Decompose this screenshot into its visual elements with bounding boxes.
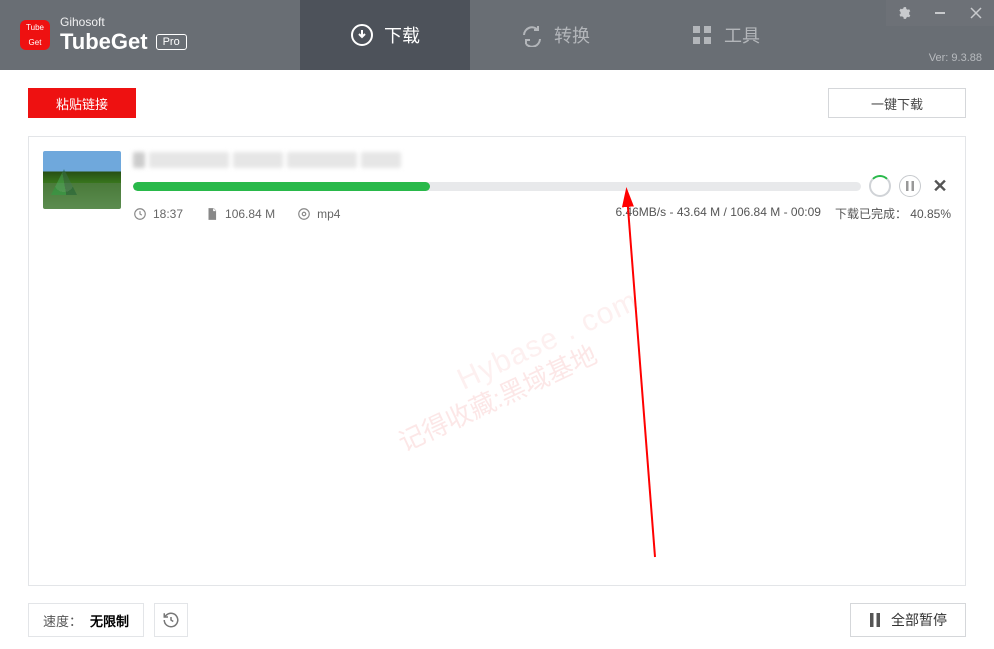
app-logo-icon [20, 20, 50, 50]
video-icon [297, 207, 311, 221]
spinner-icon [869, 175, 891, 197]
window-controls [886, 0, 994, 26]
tab-download[interactable]: 下载 [300, 0, 470, 70]
minimize-button[interactable] [922, 0, 958, 26]
convert-icon [520, 23, 544, 47]
gear-icon [897, 6, 911, 20]
pause-all-button[interactable]: 全部暂停 [850, 603, 966, 637]
video-title [133, 151, 951, 169]
format: mp4 [297, 207, 340, 221]
settings-button[interactable] [886, 0, 922, 26]
minimize-icon [934, 7, 946, 19]
pause-button[interactable] [899, 175, 921, 197]
remove-button[interactable]: ✕ [929, 175, 951, 197]
close-icon [970, 7, 982, 19]
tab-tools[interactable]: 工具 [640, 0, 810, 70]
speed-limit-control[interactable]: 速度： 无限制 [28, 603, 144, 637]
download-status: 下载已完成： 40.85% [835, 205, 951, 222]
pause-icon [869, 613, 881, 627]
meta-row: 18:37 106.84 M mp4 6.46MB/s - 43.64 M / … [133, 205, 951, 222]
one-click-download-button[interactable]: 一键下载 [828, 88, 966, 118]
app-name: TubeGet Pro [60, 29, 187, 55]
download-stats: 6.46MB/s - 43.64 M / 106.84 M - 00:09 [615, 205, 821, 222]
annotation-arrow [575, 187, 685, 567]
history-button[interactable] [154, 603, 188, 637]
duration: 18:37 [133, 207, 183, 221]
paste-link-button[interactable]: 粘贴链接 [28, 88, 136, 118]
download-list: ✕ 18:37 106.84 M mp4 6.46MB/s - 43.64 M … [28, 136, 966, 586]
progress-fill [133, 182, 430, 191]
video-thumbnail [43, 151, 121, 209]
brand-name: Gihosoft [60, 15, 187, 29]
pro-badge: Pro [156, 34, 187, 50]
footer: 速度： 无限制 全部暂停 [28, 603, 966, 637]
file-icon [205, 207, 219, 221]
nav-tabs: 下载 转换 工具 [300, 0, 810, 70]
logo-area: Gihosoft TubeGet Pro [0, 15, 300, 55]
tab-convert[interactable]: 转换 [470, 0, 640, 70]
download-icon [350, 23, 374, 47]
tools-icon [690, 23, 714, 47]
history-icon [162, 611, 180, 629]
clock-icon [133, 207, 147, 221]
progress-bar [133, 182, 861, 191]
version-label: Ver: 9.3.88 [929, 52, 982, 64]
download-item: ✕ 18:37 106.84 M mp4 6.46MB/s - 43.64 M … [43, 151, 951, 222]
close-window-button[interactable] [958, 0, 994, 26]
title-bar: Gihosoft TubeGet Pro 下载 转换 工具 Ver: 9.3.8… [0, 0, 994, 70]
filesize: 106.84 M [205, 207, 275, 221]
watermark: Hybase . com 记得收藏:黑域基地 [392, 335, 603, 459]
toolbar: 粘贴链接 一键下载 [0, 70, 994, 136]
pause-icon [906, 181, 914, 191]
